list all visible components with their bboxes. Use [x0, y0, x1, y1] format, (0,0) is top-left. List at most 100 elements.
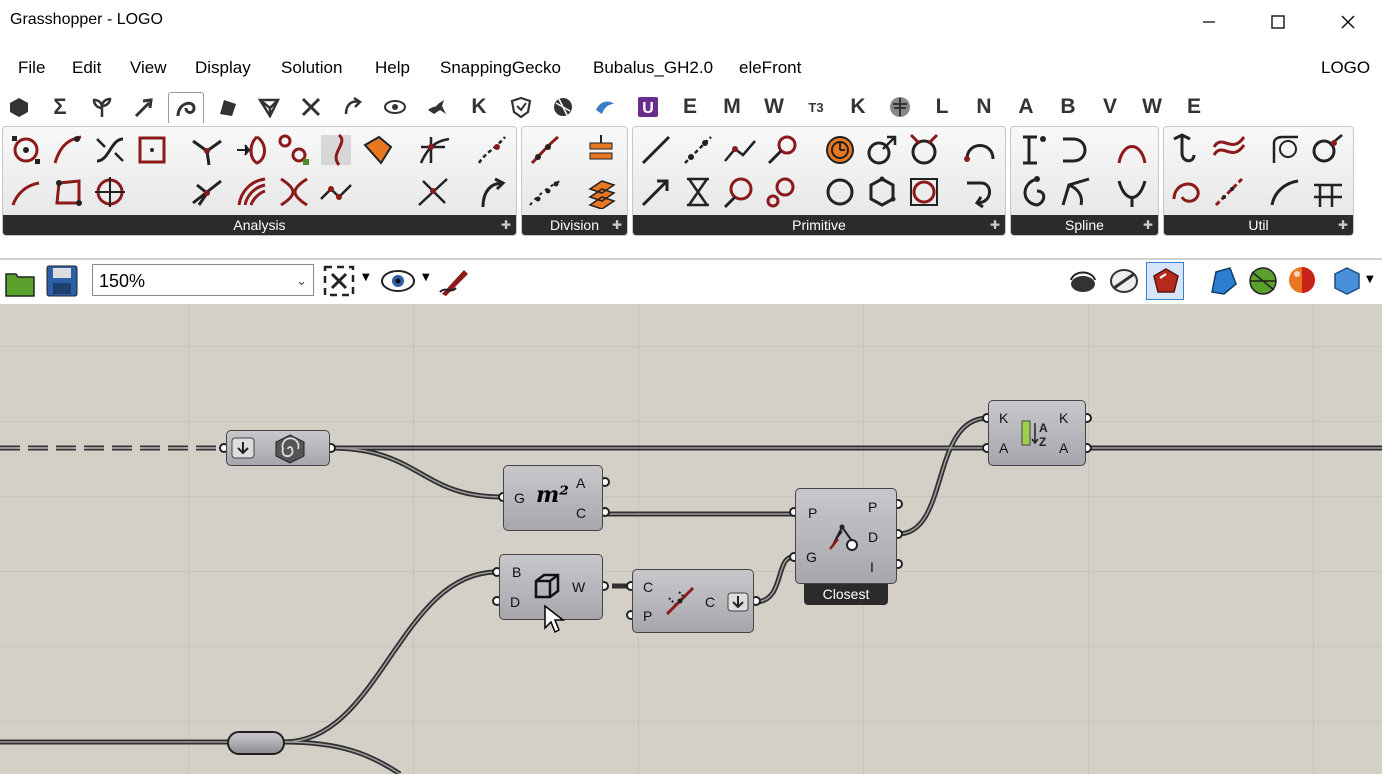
- circle-fit-icon[interactable]: [823, 133, 857, 167]
- tab-b[interactable]: B: [1051, 92, 1085, 122]
- minimize-button[interactable]: [1174, 0, 1244, 44]
- tab-maths[interactable]: Σ: [43, 92, 77, 122]
- bake-icon[interactable]: [1206, 264, 1240, 298]
- tab-e2[interactable]: E: [1177, 92, 1211, 122]
- menu-help[interactable]: Help: [375, 58, 410, 78]
- tab-m[interactable]: M: [715, 92, 749, 122]
- panel-primitive-label[interactable]: Primitive ✚: [633, 215, 1005, 235]
- curve-points-icon[interactable]: [319, 175, 353, 209]
- circle-tangent-icon[interactable]: [765, 175, 799, 209]
- sketch-pen-icon[interactable]: [438, 264, 472, 298]
- divide-curve-icon[interactable]: [528, 133, 562, 167]
- tab-l[interactable]: L: [925, 92, 959, 122]
- kinky-curve-icon[interactable]: [1115, 133, 1149, 167]
- curve-length-icon[interactable]: [475, 133, 509, 167]
- curve-discontinuity-icon[interactable]: [319, 133, 353, 167]
- panel-division-label[interactable]: Division ✚: [522, 215, 627, 235]
- curve-closest-icon[interactable]: [235, 133, 269, 167]
- line-fit-icon[interactable]: [681, 175, 715, 209]
- tab-curve[interactable]: [168, 92, 204, 123]
- interpolate-icon[interactable]: [1017, 175, 1051, 209]
- contour-icon[interactable]: [584, 133, 618, 167]
- menu-edit[interactable]: Edit: [72, 58, 101, 78]
- arc-icon[interactable]: [865, 133, 899, 167]
- material-sphere-icon[interactable]: [1286, 264, 1318, 296]
- close-button[interactable]: [1313, 0, 1382, 44]
- extend-icon[interactable]: [1310, 133, 1344, 167]
- curve-fan-icon[interactable]: [235, 175, 269, 209]
- curve-tangent-frame-icon[interactable]: [417, 133, 451, 167]
- menu-file[interactable]: File: [18, 58, 45, 78]
- line-4pt-icon[interactable]: [639, 175, 673, 209]
- curve-closest-point-component[interactable]: C P C: [632, 569, 754, 633]
- arc-3pt-icon[interactable]: [963, 133, 997, 167]
- preview-dropdown[interactable]: ▼: [422, 272, 430, 283]
- relay-node[interactable]: [227, 731, 285, 755]
- selected-preview-button[interactable]: [1146, 262, 1184, 300]
- curve-arc-icon[interactable]: [9, 175, 43, 209]
- circle-point-icon[interactable]: [9, 133, 43, 167]
- tab-k[interactable]: K: [462, 92, 496, 122]
- tab-v[interactable]: V: [1093, 92, 1127, 122]
- tab-shield[interactable]: [504, 92, 538, 122]
- open-file-icon[interactable]: [4, 266, 36, 298]
- tab-kangaroo[interactable]: [420, 92, 454, 122]
- polyline-icon[interactable]: [723, 133, 757, 167]
- mesh-preview-icon[interactable]: [1246, 264, 1280, 298]
- nurbs-icon[interactable]: [1115, 175, 1149, 209]
- menu-snappinggecko[interactable]: SnappingGecko: [440, 58, 561, 78]
- tab-intersect[interactable]: [294, 92, 328, 122]
- tab-wasp[interactable]: [546, 92, 580, 122]
- zoom-selector[interactable]: 150% ⌄: [92, 264, 314, 296]
- curve-area-icon[interactable]: [361, 133, 395, 167]
- curve-evaluate-icon[interactable]: [191, 175, 225, 209]
- circle-3pt-icon[interactable]: [723, 175, 757, 209]
- menu-display[interactable]: Display: [195, 58, 251, 78]
- tab-params[interactable]: [2, 92, 36, 122]
- project-icon[interactable]: [1310, 175, 1344, 209]
- tab-n[interactable]: N: [967, 92, 1001, 122]
- display-mode-icon[interactable]: [1332, 266, 1362, 296]
- data-param[interactable]: [226, 430, 330, 466]
- curve-bend-icon[interactable]: [277, 175, 311, 209]
- circle-tt-icon[interactable]: [907, 133, 941, 167]
- arc-sed-icon[interactable]: [963, 175, 997, 209]
- curve-perp-icon[interactable]: [417, 175, 451, 209]
- curve-offset-icon[interactable]: [475, 175, 509, 209]
- menu-solution[interactable]: Solution: [281, 58, 342, 78]
- tab-w1[interactable]: W: [757, 92, 791, 122]
- tab-display[interactable]: [378, 92, 412, 122]
- tab-u[interactable]: U: [631, 92, 665, 122]
- polygon-icon[interactable]: [865, 175, 899, 209]
- tab-sets[interactable]: [85, 92, 119, 122]
- divide-distance-icon[interactable]: [528, 175, 562, 209]
- tab-t3[interactable]: T3: [799, 92, 833, 122]
- tab-vector[interactable]: [127, 92, 161, 122]
- menu-elefront[interactable]: eleFront: [739, 58, 801, 78]
- closest-points-component[interactable]: P G P D I: [795, 488, 897, 584]
- menu-bubalus[interactable]: Bubalus_GH2.0: [593, 58, 713, 78]
- tab-e1[interactable]: E: [673, 92, 707, 122]
- tab-mesh[interactable]: [252, 92, 286, 122]
- rebuild-icon[interactable]: [1212, 175, 1246, 209]
- display-mode-dropdown[interactable]: ▼: [1366, 274, 1374, 285]
- maximize-button[interactable]: [1243, 0, 1313, 44]
- tab-transform[interactable]: [336, 92, 370, 122]
- tab-k2[interactable]: K: [841, 92, 875, 122]
- offset-curve-icon[interactable]: [1212, 133, 1246, 167]
- zoom-extents-dropdown[interactable]: ▼: [362, 272, 370, 283]
- shaded-preview-icon[interactable]: [1108, 266, 1140, 296]
- polyarc-icon[interactable]: [1059, 175, 1093, 209]
- line-icon[interactable]: [639, 133, 673, 167]
- circle-center-icon[interactable]: [93, 175, 127, 209]
- line-sdl-icon[interactable]: [681, 133, 715, 167]
- curve-proximity-icon[interactable]: [277, 133, 311, 167]
- grasshopper-canvas[interactable]: G m² A C B D W C P C P G P D I Closest K…: [0, 304, 1382, 774]
- tangent-curve-icon[interactable]: [1059, 133, 1093, 167]
- sort-list-component[interactable]: K A AZ K A: [988, 400, 1086, 466]
- fillet-icon[interactable]: [1268, 133, 1302, 167]
- save-file-icon[interactable]: [45, 264, 79, 298]
- inscribed-icon[interactable]: [907, 175, 941, 209]
- wireframe-preview-icon[interactable]: [1068, 266, 1098, 296]
- curve-tangent-icon[interactable]: [51, 133, 85, 167]
